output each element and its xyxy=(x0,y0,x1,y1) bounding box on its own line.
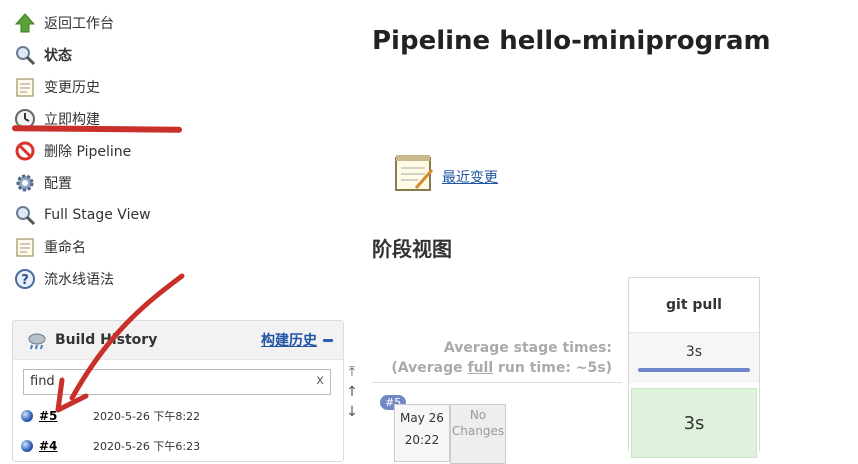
recent-changes: 最近变更 xyxy=(392,152,498,194)
divider xyxy=(372,382,622,383)
stage-average-bar xyxy=(638,368,750,372)
recent-changes-link[interactable]: 最近变更 xyxy=(442,167,498,187)
sidebar: 返回工作台 状态 变更历史 立即构建 删除 Pipeline 配置 Full S… xyxy=(0,0,358,462)
avg-run-pre: (Average xyxy=(391,360,468,376)
page-title: Pipeline hello-miniprogram xyxy=(372,26,771,56)
avg-run-post: run time: ~5s) xyxy=(493,360,612,376)
annotation-arrow xyxy=(55,273,185,413)
stage-name: git pull xyxy=(629,278,759,333)
run-changes: No Changes xyxy=(450,404,506,464)
run-date-time: 20:22 xyxy=(404,433,440,447)
average-times-label: Average stage times: (Average full run t… xyxy=(391,338,612,378)
main-content: Pipeline hello-miniprogram 最近变更 阶段视图 Ave… xyxy=(372,0,858,464)
average-run-time: (Average full run time: ~5s) xyxy=(391,358,612,378)
notepad-icon xyxy=(392,152,436,194)
run-date-day: May 26 xyxy=(400,411,444,425)
stage-view-title: 阶段视图 xyxy=(372,237,452,261)
stage-average: 3s xyxy=(629,333,759,383)
average-stage-times: Average stage times: xyxy=(443,340,612,356)
stage-column: git pull 3s 3s xyxy=(628,277,760,458)
stage-average-value: 3s xyxy=(685,344,703,360)
stage-cell[interactable]: 3s xyxy=(631,388,757,458)
avg-run-full-link[interactable]: full xyxy=(468,360,494,376)
run-date: May 26 20:22 xyxy=(394,404,450,462)
